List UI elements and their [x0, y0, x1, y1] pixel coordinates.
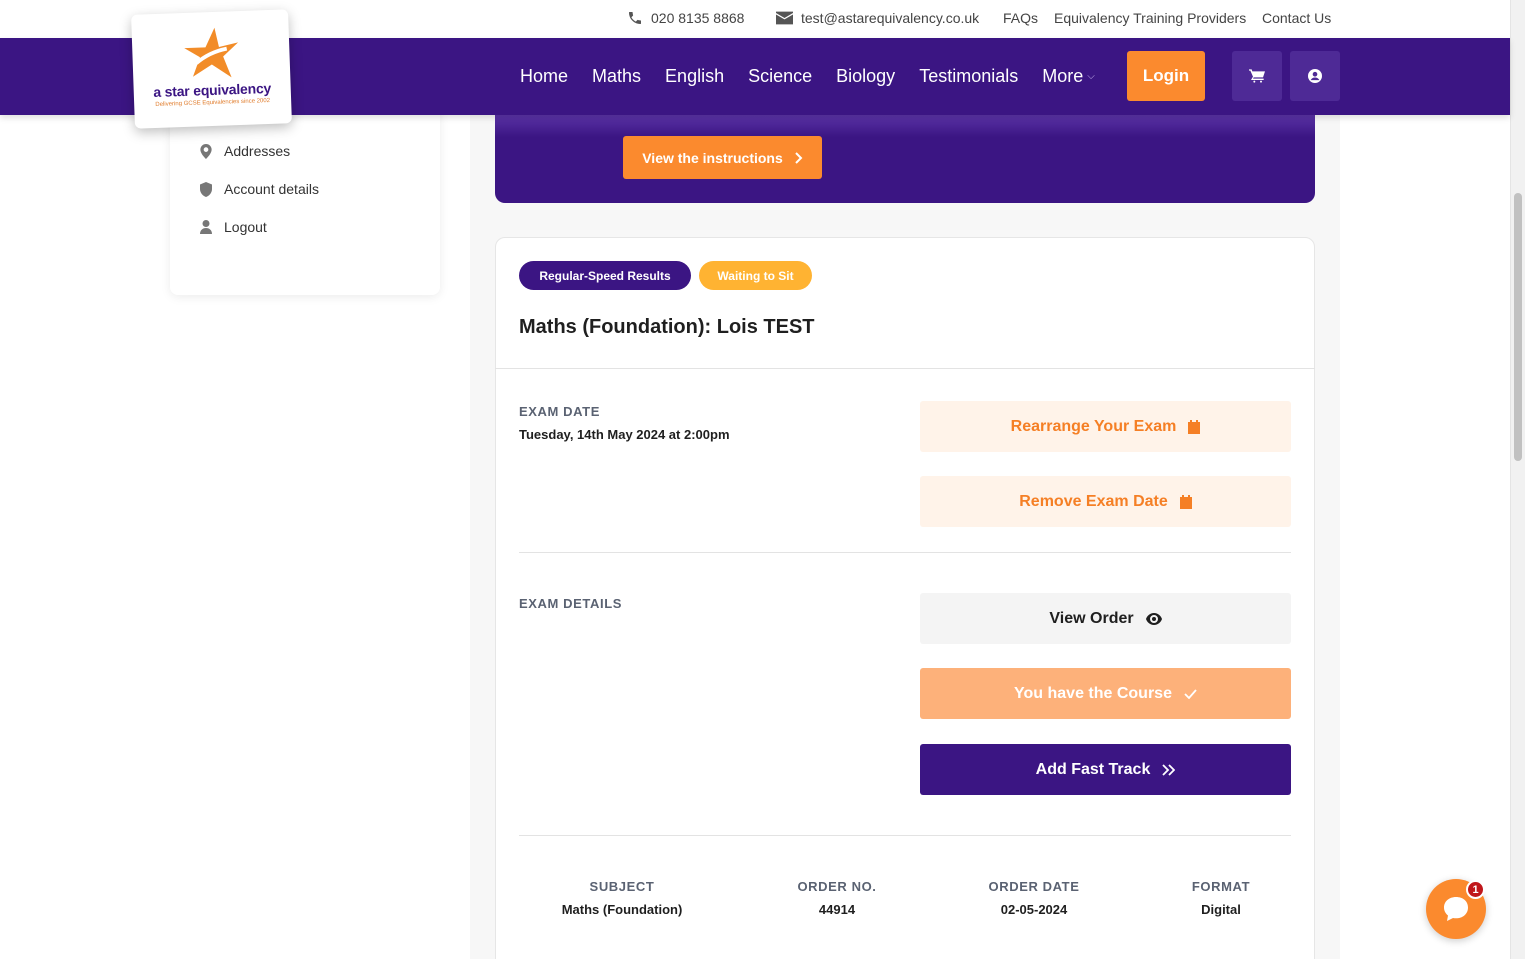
divider — [495, 368, 1315, 369]
meta-value: 44914 — [818, 902, 856, 917]
meta-header: ORDER NO. — [797, 879, 877, 894]
exam-date-value: Tuesday, 14th May 2024 at 2:00pm — [519, 427, 730, 442]
view-order-button[interactable]: View Order — [920, 593, 1291, 644]
shield-icon — [200, 181, 212, 197]
meta-value: Digital — [1201, 902, 1241, 917]
nav-more[interactable]: More ⌵ — [1042, 66, 1095, 87]
sidebar-item-label: Account details — [224, 181, 319, 197]
you-have-course-label: You have the Course — [1014, 684, 1172, 702]
meta-header: FORMAT — [1191, 879, 1251, 894]
nav-more-label: More — [1042, 66, 1084, 86]
sidebar-item-account-details[interactable]: Account details — [200, 181, 319, 197]
nav-maths[interactable]: Maths — [592, 66, 641, 87]
meta-format: FORMAT Digital — [1141, 879, 1301, 917]
cart-button[interactable] — [1232, 51, 1282, 101]
meta-value: 02-05-2024 — [1000, 902, 1068, 917]
user-icon — [200, 220, 212, 234]
you-have-course-button[interactable]: You have the Course — [920, 668, 1291, 719]
nav-home[interactable]: Home — [520, 66, 568, 87]
remove-exam-date-label: Remove Exam Date — [1019, 492, 1168, 510]
meta-order-no: ORDER NO. 44914 — [757, 879, 917, 917]
sidebar-item-label: Addresses — [224, 143, 291, 159]
meta-value: Maths (Foundation) — [561, 902, 683, 917]
phone-number: 020 8135 8868 — [651, 10, 745, 26]
divider — [519, 552, 1291, 553]
nav-testimonials[interactable]: Testimonials — [919, 66, 1018, 87]
add-fast-track-button[interactable]: Add Fast Track — [920, 744, 1291, 795]
chat-bubble-icon — [1444, 897, 1468, 921]
site-logo[interactable]: a star equivalency Delivering GCSE Equiv… — [131, 9, 292, 129]
chevron-right-icon — [795, 151, 803, 164]
view-order-label: View Order — [1049, 609, 1134, 627]
exam-details-label: EXAM DETAILS — [519, 596, 623, 611]
nav-biology[interactable]: Biology — [836, 66, 895, 87]
training-providers-link[interactable]: Equivalency Training Providers — [1054, 10, 1246, 26]
chevron-down-icon: ⌵ — [1087, 71, 1095, 82]
cart-icon — [1249, 69, 1265, 83]
account-button[interactable] — [1290, 51, 1340, 101]
remove-exam-date-button[interactable]: Remove Exam Date — [920, 476, 1291, 527]
faqs-link[interactable]: FAQs — [1003, 10, 1038, 26]
meta-subject: SUBJECT Maths (Foundation) — [542, 879, 702, 917]
status-badge: Waiting to Sit — [699, 261, 812, 290]
eye-icon — [1145, 612, 1162, 625]
double-chevron-right-icon — [1162, 763, 1176, 776]
login-button[interactable]: Login — [1127, 51, 1205, 101]
meta-header: SUBJECT — [589, 879, 655, 894]
contact-us-label: Contact Us — [1262, 10, 1332, 26]
phone-icon — [629, 12, 641, 24]
contact-us-link[interactable]: Contact Us — [1262, 10, 1331, 26]
view-instructions-button[interactable]: View the instructions — [623, 136, 822, 179]
meta-order-date: ORDER DATE 02-05-2024 — [954, 879, 1114, 917]
email-address: test@astarequivalency.co.uk — [801, 10, 980, 26]
account-sidebar — [170, 100, 440, 295]
map-pin-icon — [200, 143, 212, 159]
rearrange-exam-label: Rearrange Your Exam — [1010, 417, 1177, 435]
results-speed-badge: Regular-Speed Results — [519, 261, 691, 290]
add-fast-track-label: Add Fast Track — [1035, 760, 1151, 778]
user-circle-icon — [1308, 69, 1322, 83]
meta-header: ORDER DATE — [988, 879, 1080, 894]
page-scrollbar[interactable] — [1510, 0, 1525, 959]
divider — [519, 835, 1291, 836]
sidebar-item-label: Logout — [224, 219, 267, 235]
phone-link[interactable]: 020 8135 8868 — [627, 10, 744, 26]
training-providers-label: Equivalency Training Providers — [1054, 10, 1247, 26]
view-instructions-label: View the instructions — [642, 149, 783, 166]
envelope-icon — [776, 11, 793, 25]
nav-science[interactable]: Science — [748, 66, 812, 87]
rearrange-exam-button[interactable]: Rearrange Your Exam — [920, 401, 1291, 452]
calendar-icon — [1188, 419, 1201, 434]
check-icon — [1184, 688, 1197, 699]
nav-links: Home Maths English Science Biology Testi… — [520, 38, 1119, 115]
nav-english[interactable]: English — [665, 66, 724, 87]
calendar-icon — [1179, 494, 1192, 509]
exam-date-label: EXAM DATE — [519, 404, 600, 419]
email-link[interactable]: test@astarequivalency.co.uk — [776, 10, 979, 26]
instructions-banner — [495, 115, 1315, 203]
star-logo-icon — [184, 27, 239, 78]
scrollbar-thumb[interactable] — [1514, 193, 1522, 461]
sidebar-item-addresses[interactable]: Addresses — [200, 143, 290, 159]
exam-title: Maths (Foundation): Lois TEST — [519, 316, 815, 338]
faqs-label: FAQs — [1003, 10, 1039, 26]
chat-unread-badge: 1 — [1466, 880, 1485, 899]
sidebar-item-logout[interactable]: Logout — [200, 219, 267, 235]
